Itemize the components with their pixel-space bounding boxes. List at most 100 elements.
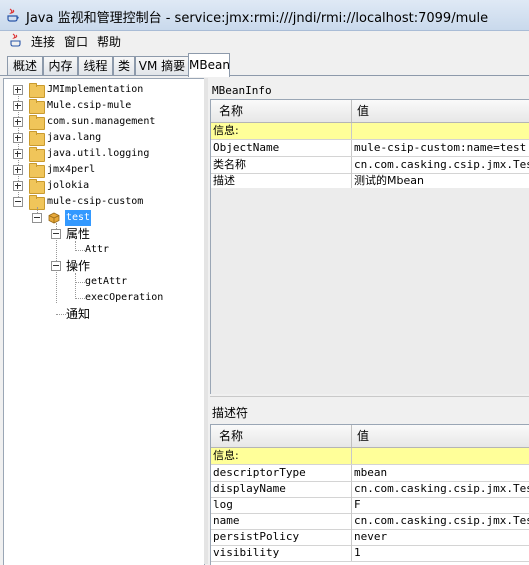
column-divider xyxy=(351,497,352,513)
tree-node-label: java.util.logging xyxy=(47,148,150,159)
tree-node-label: test xyxy=(65,210,92,226)
row-value: mbean xyxy=(354,466,388,479)
tab-memory[interactable]: 内存 xyxy=(43,56,78,76)
menu-bar: 连接 窗口 帮助 xyxy=(0,31,529,51)
collapse-icon[interactable] xyxy=(51,261,61,271)
column-divider xyxy=(351,448,352,464)
table-header: 名称 值 xyxy=(211,425,529,448)
section-divider xyxy=(210,396,529,397)
tree-node-com-sun-management[interactable]: com.sun.management xyxy=(4,114,202,130)
tree-node-label: jolokia xyxy=(47,180,90,191)
tree-node-label: mule-csip-custom xyxy=(47,196,144,207)
tab-bar: 概述 内存 线程 类 VM 摘要 MBean xyxy=(0,52,529,77)
tree-node-jmx4perl[interactable]: jmx4perl xyxy=(4,162,202,178)
row-name: descriptorType xyxy=(213,466,306,479)
row-name: displayName xyxy=(213,482,286,495)
column-divider[interactable] xyxy=(351,100,352,122)
tree-node-label: com.sun.management xyxy=(47,116,156,127)
tree-node-java-lang[interactable]: java.lang xyxy=(4,130,202,146)
collapse-icon[interactable] xyxy=(32,213,42,223)
tree-node-attr[interactable]: Attr xyxy=(4,242,202,258)
tree-node-java-util-logging[interactable]: java.util.logging xyxy=(4,146,202,162)
tree-node-operations[interactable]: 操作 xyxy=(4,258,202,274)
column-header-name[interactable]: 名称 xyxy=(219,425,243,447)
expand-icon[interactable] xyxy=(13,181,23,191)
menu-help[interactable]: 帮助 xyxy=(97,33,121,50)
column-divider xyxy=(351,123,352,139)
tree-node-attributes[interactable]: 属性 xyxy=(4,226,202,242)
menu-window[interactable]: 窗口 xyxy=(64,33,88,50)
tree-node-mule-csip-mule[interactable]: Mule.csip-mule xyxy=(4,98,202,114)
console-menu-icon[interactable] xyxy=(9,33,23,48)
expand-icon[interactable] xyxy=(13,165,23,175)
tab-threads[interactable]: 线程 xyxy=(78,56,113,76)
tree-node-label: java.lang xyxy=(47,132,102,143)
row-name: 信息: xyxy=(213,124,239,137)
row-name: 类名称 xyxy=(213,158,246,171)
tab-mbean[interactable]: MBean xyxy=(188,53,230,77)
tab-overview[interactable]: 概述 xyxy=(7,56,43,76)
expand-icon[interactable] xyxy=(13,117,23,127)
table-row[interactable]: descriptorType mbean xyxy=(211,465,529,482)
column-header-value[interactable]: 值 xyxy=(357,425,369,447)
column-header-value[interactable]: 值 xyxy=(357,100,369,122)
split-pane-divider[interactable] xyxy=(204,78,208,564)
row-name: 描述 xyxy=(213,174,235,187)
tree-node-label: jmx4perl xyxy=(47,164,96,175)
tree-node-jmimplementation[interactable]: JMImplementation xyxy=(4,82,202,98)
table-row[interactable]: 类名称 cn.com.casking.csip.jmx.Test xyxy=(211,157,529,174)
expand-icon[interactable] xyxy=(13,101,23,111)
menu-connect[interactable]: 连接 xyxy=(31,33,55,50)
expand-icon[interactable] xyxy=(13,149,23,159)
table-header: 名称 值 xyxy=(211,100,529,123)
tree-node-jolokia[interactable]: jolokia xyxy=(4,178,202,194)
tree-node-label: Attr xyxy=(85,244,110,255)
folder-icon xyxy=(29,179,45,194)
column-divider xyxy=(351,545,352,561)
table-row[interactable]: 信息: xyxy=(211,123,529,140)
tab-underline xyxy=(0,75,529,76)
column-divider xyxy=(351,529,352,545)
bean-icon xyxy=(48,212,60,224)
collapse-icon[interactable] xyxy=(13,197,23,207)
folder-icon xyxy=(29,83,45,98)
table-row[interactable]: visibility 1 xyxy=(211,545,529,562)
mbean-tree[interactable]: JMImplementation Mule.csip-mule com.sun.… xyxy=(3,78,205,565)
tree-node-label: 属性 xyxy=(66,227,91,241)
descriptor-label: 描述符 xyxy=(212,406,249,420)
tree-node-label: 操作 xyxy=(66,259,91,273)
expand-icon[interactable] xyxy=(13,133,23,143)
expand-icon[interactable] xyxy=(13,85,23,95)
tree-node-bean-test[interactable]: test xyxy=(4,210,202,226)
tree-node-mule-csip-custom[interactable]: mule-csip-custom xyxy=(4,194,202,210)
column-divider xyxy=(351,513,352,529)
row-value: never xyxy=(354,530,388,543)
table-row[interactable]: name cn.com.casking.csip.jmx.Test xyxy=(211,513,529,530)
tab-classes[interactable]: 类 xyxy=(113,56,135,76)
folder-icon xyxy=(29,131,45,146)
collapse-icon[interactable] xyxy=(51,229,61,239)
row-name: ObjectName xyxy=(213,141,280,154)
row-name: log xyxy=(213,498,233,511)
tree-node-label: execOperation xyxy=(85,292,164,303)
tab-vm-summary[interactable]: VM 摘要 xyxy=(135,56,189,76)
column-header-name[interactable]: 名称 xyxy=(219,100,243,122)
title-bar: Java 监视和管理控制台 - service:jmx:rmi:///jndi/… xyxy=(0,0,529,31)
column-divider[interactable] xyxy=(351,425,352,447)
table-row[interactable]: ObjectName mule-csip-custom:name=test xyxy=(211,140,529,157)
folder-icon xyxy=(29,163,45,178)
tree-node-getattr[interactable]: getAttr xyxy=(4,274,202,290)
tree-node-notifications[interactable]: 通知 xyxy=(4,306,202,322)
table-row[interactable]: persistPolicy never xyxy=(211,529,529,546)
row-value: cn.com.casking.csip.jmx.Test xyxy=(354,158,529,171)
tree-node-execoperation[interactable]: execOperation xyxy=(4,290,202,306)
tree-node-label: Mule.csip-mule xyxy=(47,100,132,111)
table-row[interactable]: 信息: xyxy=(211,448,529,465)
tree-node-label: getAttr xyxy=(85,276,128,287)
table-row[interactable]: log F xyxy=(211,497,529,514)
table-row[interactable]: displayName cn.com.casking.csip.jmx.Test xyxy=(211,481,529,498)
row-value: 测试的Mbean xyxy=(354,174,424,187)
tree-node-label: JMImplementation xyxy=(47,84,144,95)
column-divider xyxy=(351,140,352,156)
row-value: cn.com.casking.csip.jmx.Test xyxy=(354,482,529,495)
